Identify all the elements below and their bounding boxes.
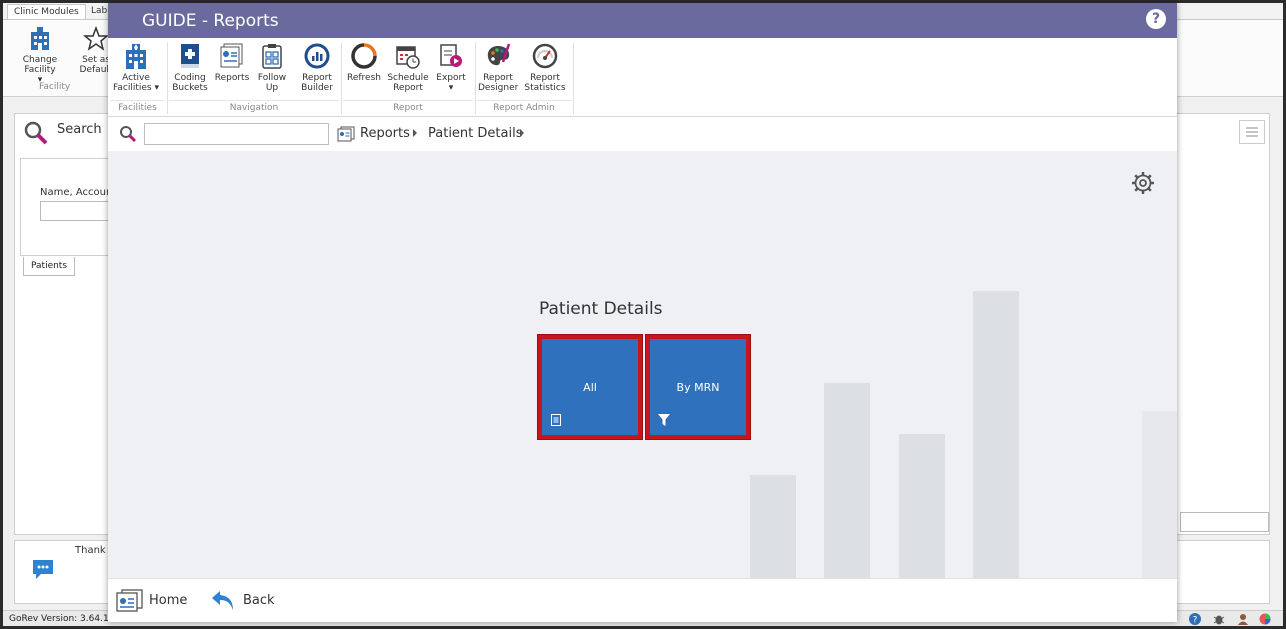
decorative-bar	[899, 434, 945, 578]
ribbon-separator	[341, 42, 342, 114]
dialog-title-bar: GUIDE - Reports ?	[108, 3, 1177, 38]
reports-icon	[337, 126, 355, 142]
export-button[interactable]: Export ▾	[432, 42, 470, 93]
bg-hamburger-menu-button[interactable]	[1239, 120, 1265, 144]
search-icon	[120, 126, 137, 143]
coding-buckets-label: Coding Buckets	[172, 73, 208, 93]
bg-right-input[interactable]	[1180, 512, 1269, 532]
export-icon	[440, 44, 462, 67]
search-breadcrumb-bar: Reports Patient Details	[108, 117, 1177, 152]
palette-icon	[487, 43, 511, 66]
bg-version-text: GoRev Version: 3.64.1	[9, 614, 109, 624]
refresh-icon	[351, 43, 377, 69]
breadcrumb-arrow-icon	[413, 129, 417, 137]
decorative-bar	[973, 291, 1019, 578]
report-statistics-button[interactable]: Report Statistics	[522, 42, 568, 93]
building-icon	[126, 44, 146, 69]
export-label: Export	[436, 73, 466, 83]
bg-patients-tab[interactable]: Patients	[23, 257, 76, 276]
chat-icon	[33, 560, 53, 579]
back-arrow-icon	[212, 591, 233, 610]
report-designer-label: Report Designer	[478, 73, 519, 93]
bg-name-account-label: Name, Account	[40, 187, 117, 198]
group-report-admin: Report Admin	[477, 100, 571, 115]
decorative-bar	[1142, 411, 1177, 578]
ribbon-separator	[167, 42, 168, 114]
home-reports-icon	[116, 589, 143, 612]
tile-by-mrn-label: By MRN	[676, 381, 720, 394]
follow-up-label: Follow Up	[257, 73, 287, 93]
active-facilities-label: Active Facilities	[113, 73, 152, 93]
dialog-footer: Home Back	[108, 578, 1177, 622]
ribbon-separator	[475, 42, 476, 114]
home-label: Home	[149, 593, 188, 608]
report-builder-label: Report Builder	[301, 73, 333, 93]
schedule-report-button[interactable]: Schedule Report	[387, 42, 429, 93]
gauge-icon	[532, 43, 558, 69]
reports-ribbon: Active Facilities ▾ Facilities Coding Bu…	[108, 38, 1177, 117]
clipboard-icon	[262, 44, 282, 69]
group-report: Report	[343, 100, 473, 115]
bg-change-facility-label: Change Facility	[22, 55, 58, 75]
bg-search-form: Name, Account	[20, 158, 132, 256]
reports-icon	[220, 43, 243, 68]
help-icon[interactable]: ?	[1189, 613, 1201, 625]
active-facilities-button[interactable]: Active Facilities ▾	[112, 42, 160, 93]
breadcrumb-reports[interactable]: Reports	[360, 126, 410, 141]
reports-label: Reports	[214, 73, 250, 83]
bug-icon[interactable]	[1213, 613, 1225, 625]
tile-all[interactable]: All	[538, 335, 642, 439]
gear-icon[interactable]	[1131, 171, 1155, 195]
report-icon	[551, 414, 561, 426]
decorative-bar	[824, 383, 870, 578]
decorative-bar	[750, 475, 796, 578]
home-button[interactable]: Home	[116, 589, 196, 613]
search-icon	[24, 121, 48, 145]
bg-tab-clinic-modules[interactable]: Clinic Modules	[7, 4, 86, 19]
refresh-label: Refresh	[347, 73, 381, 83]
bg-group-facility: Facility	[39, 82, 71, 92]
report-statistics-label: Report Statistics	[524, 73, 566, 93]
back-label: Back	[243, 593, 275, 608]
breadcrumb-patient-details[interactable]: Patient Details	[428, 126, 522, 141]
bg-search-title: Search	[57, 122, 102, 137]
book-plus-icon	[181, 44, 199, 68]
building-icon	[31, 27, 49, 50]
schedule-report-label: Schedule Report	[387, 73, 429, 93]
calendar-clock-icon	[396, 46, 420, 69]
report-search-input[interactable]	[144, 123, 329, 145]
hamburger-icon	[1246, 127, 1258, 137]
report-content-area: Patient Details All By MRN	[108, 151, 1177, 578]
svg-text:?: ?	[1193, 616, 1198, 626]
ribbon-separator	[573, 42, 574, 114]
breadcrumb-arrow-icon	[520, 129, 524, 137]
chart-circle-icon	[304, 43, 330, 69]
report-builder-button[interactable]: Report Builder	[297, 42, 337, 93]
section-title: Patient Details	[539, 299, 663, 319]
color-wheel-icon[interactable]	[1259, 613, 1271, 625]
group-navigation: Navigation	[169, 100, 339, 115]
reports-button[interactable]: Reports	[212, 42, 252, 83]
user-icon[interactable]	[1237, 613, 1249, 625]
star-icon	[82, 26, 110, 51]
follow-up-button[interactable]: Follow Up	[254, 42, 290, 93]
report-designer-button[interactable]: Report Designer	[478, 42, 518, 93]
refresh-button[interactable]: Refresh	[344, 42, 384, 83]
back-button[interactable]: Back	[211, 589, 281, 613]
filter-icon	[658, 414, 670, 426]
help-button[interactable]: ?	[1146, 9, 1166, 29]
tile-by-mrn[interactable]: By MRN	[646, 335, 750, 439]
group-facilities: Facilities	[110, 100, 165, 115]
dialog-title: GUIDE - Reports	[142, 11, 279, 31]
guide-reports-dialog: GUIDE - Reports ? Active Facilities ▾ Fa…	[108, 3, 1177, 622]
tile-all-label: All	[583, 381, 597, 394]
coding-buckets-button[interactable]: Coding Buckets	[171, 42, 209, 93]
bg-change-facility-button[interactable]: Change Facility ▾	[7, 26, 73, 85]
